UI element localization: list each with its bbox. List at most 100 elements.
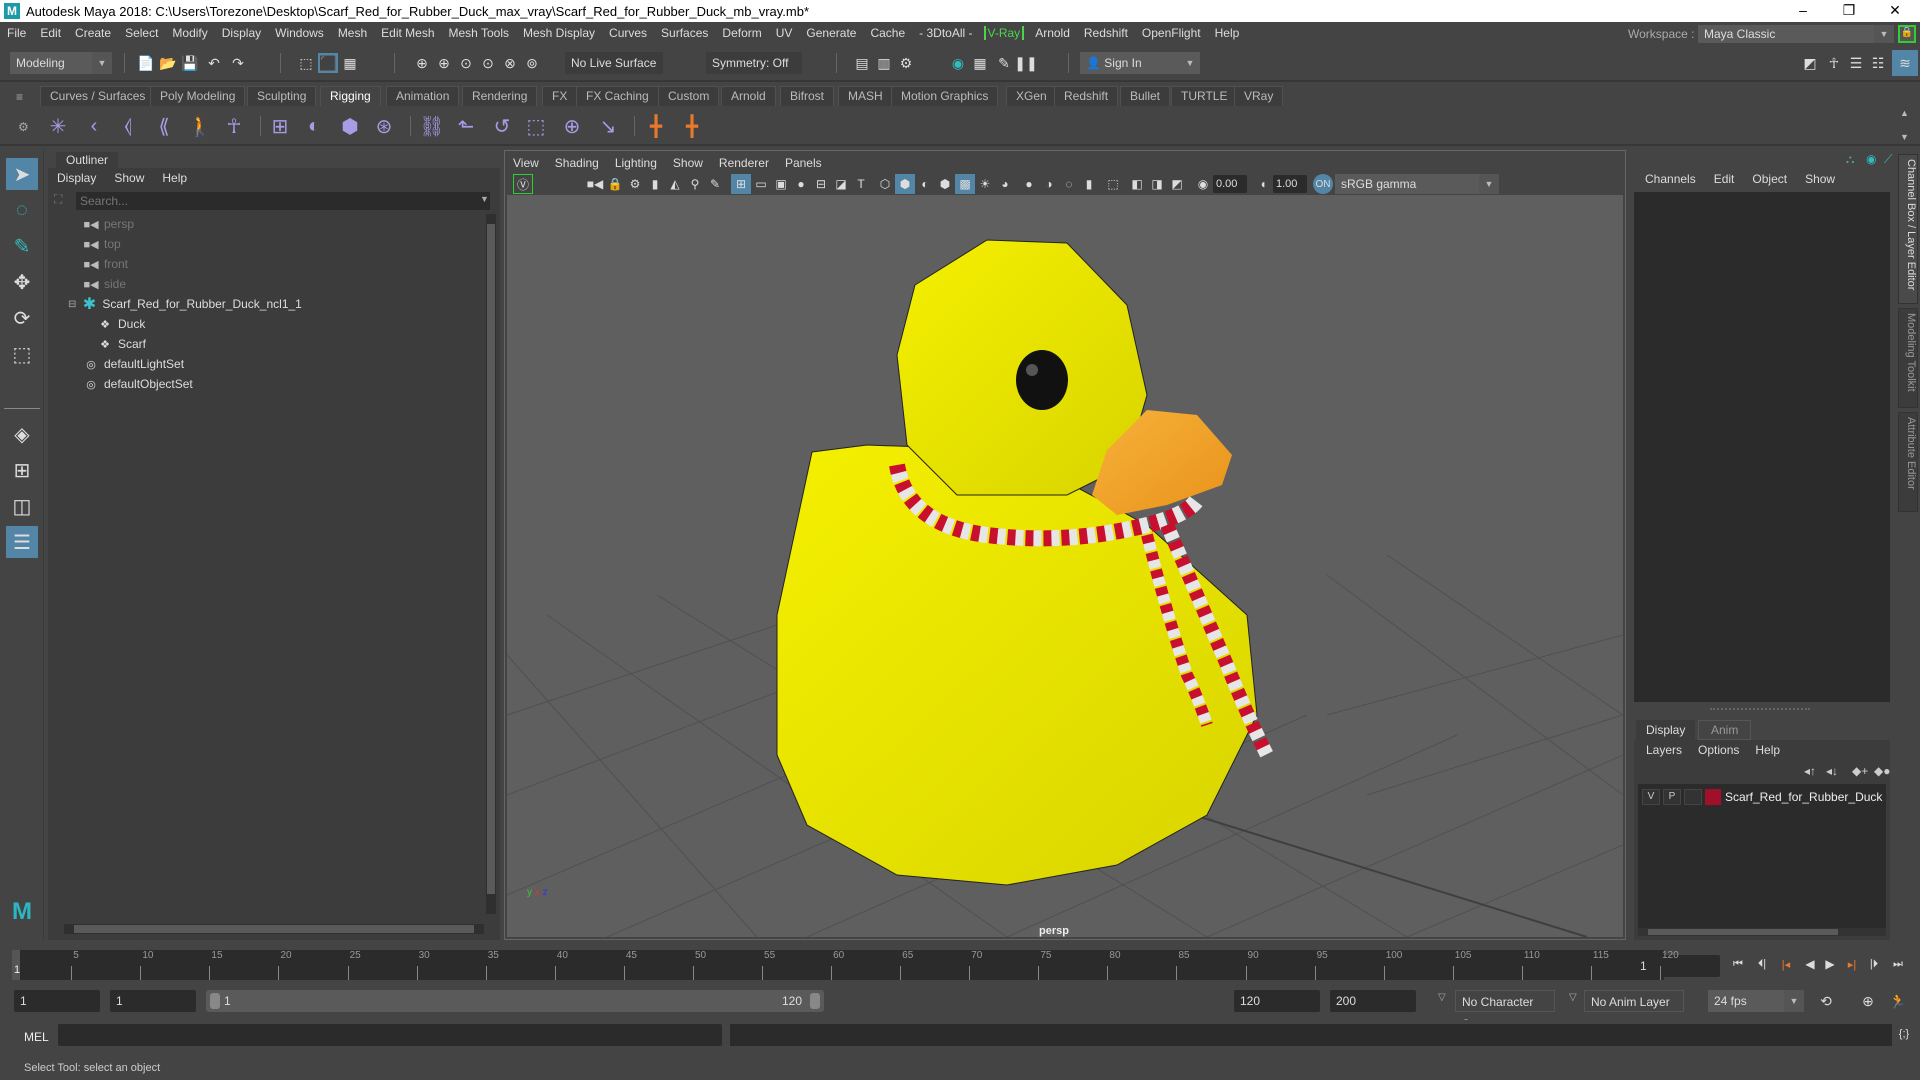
scale-constraint-icon[interactable]: ⬚ [522, 112, 550, 140]
outliner-item-scarf-group[interactable]: ⊟ ✱ Scarf_Red_for_Rubber_Duck_ncl1_1 [68, 294, 302, 314]
symmetry-field[interactable]: Symmetry: Off [706, 52, 802, 74]
viewport-menu-view[interactable]: View [505, 156, 547, 170]
snap-point-icon[interactable]: ⊙ [456, 53, 476, 73]
paint-select-tool-icon[interactable]: ✎ [6, 230, 38, 262]
menu-modify[interactable]: Modify [165, 26, 214, 40]
new-scene-icon[interactable]: 📄 [136, 53, 156, 73]
shelf-tab-xgen[interactable]: XGen [1006, 86, 1057, 106]
safe-title-icon[interactable]: T [851, 174, 871, 194]
menu-windows[interactable]: Windows [268, 26, 331, 40]
field-chart-icon[interactable]: ⊟ [811, 174, 831, 194]
gamma-icon[interactable]: ◖ [1253, 174, 1273, 194]
redo-icon[interactable]: ↷ [228, 53, 248, 73]
shelf-scroll-up-icon[interactable]: ▲ [1900, 108, 1909, 118]
bind-skin-icon[interactable]: ╋ [642, 112, 670, 140]
channel-box-nav-icon[interactable]: ⛬ [1846, 152, 1854, 167]
gamma-field[interactable]: 1.00 [1273, 175, 1307, 193]
select-component-icon[interactable]: ▦ [340, 53, 360, 73]
smooth-shade-icon[interactable]: ⬢ [895, 174, 915, 194]
exposure-icon[interactable]: ◉ [1193, 174, 1213, 194]
outliner-menu-show[interactable]: Show [105, 171, 153, 185]
sign-in-button[interactable]: 👤 Sign In ▼ [1080, 52, 1200, 74]
parent-constraint-icon[interactable]: ⛓ [418, 112, 446, 140]
snap-vertex-icon[interactable]: ⊚ [522, 53, 542, 73]
maximize-button[interactable]: ❐ [1826, 0, 1872, 22]
pole-vector-icon[interactable]: ↘ [594, 112, 622, 140]
menu-display[interactable]: Display [215, 26, 268, 40]
modeling-toolkit-icon[interactable]: ◩ [1800, 53, 1820, 73]
anim-layer-dropdown[interactable]: No Anim Layer [1584, 990, 1684, 1012]
gate-mask-icon[interactable]: ● [791, 174, 811, 194]
anti-aliasing-icon[interactable]: ◌ [1059, 174, 1079, 194]
menu-openflight[interactable]: OpenFlight [1135, 26, 1208, 40]
character-set-chevron-icon[interactable]: ▽ [1438, 992, 1446, 1003]
attribute-editor-icon[interactable]: ☰ [1846, 53, 1866, 73]
side-tab-channel-box[interactable]: Channel Box / Layer Editor [1898, 154, 1918, 304]
lock-camera-icon[interactable]: 🔒 [605, 174, 625, 194]
detach-skin-icon[interactable]: ╋ [678, 112, 706, 140]
shelf-tab-bullet[interactable]: Bullet [1120, 86, 1171, 106]
bookmark-icon[interactable]: ▮ [645, 174, 665, 194]
range-slider-bar[interactable]: 1 120 [206, 990, 824, 1012]
save-scene-icon[interactable]: 💾 [180, 53, 200, 73]
layer-options-menu[interactable]: Options [1690, 743, 1747, 757]
shelf-tab-rendering[interactable]: Rendering [462, 86, 538, 106]
collapse-icon[interactable]: ⊟ [68, 299, 76, 310]
menu-redshift[interactable]: Redshift [1077, 26, 1135, 40]
layer-playback-toggle[interactable]: P [1663, 789, 1681, 805]
menu-mesh-display[interactable]: Mesh Display [516, 26, 602, 40]
snap-grid-icon[interactable]: ⊕ [412, 53, 432, 73]
menu-mesh[interactable]: Mesh [331, 26, 374, 40]
shelf-tab-curves-surfaces[interactable]: Curves / Surfaces [40, 86, 156, 106]
playback-start-field[interactable]: 1 [110, 990, 196, 1012]
use-all-lights-icon[interactable]: ☀ [975, 174, 995, 194]
shelf-tab-sculpting[interactable]: Sculpting [247, 86, 317, 106]
shelf-tab-fx[interactable]: FX [542, 86, 578, 106]
animation-start-field[interactable]: 1 [14, 990, 100, 1012]
outliner-vertical-scrollbar[interactable] [486, 214, 496, 914]
channel-edit-menu[interactable]: Edit [1705, 172, 1744, 186]
side-tab-attribute-editor[interactable]: Attribute Editor [1898, 412, 1918, 512]
splitter-handle[interactable] [1710, 708, 1810, 710]
menu-edit-mesh[interactable]: Edit Mesh [374, 26, 441, 40]
color-management-toggle-icon[interactable]: ON [1313, 174, 1333, 194]
live-surface-field[interactable]: No Live Surface [565, 52, 663, 74]
wireframe-icon[interactable]: ⬡ [875, 174, 895, 194]
shelf-scroll-down-icon[interactable]: ▼ [1900, 132, 1909, 142]
render-frame-icon[interactable]: ▤ [852, 53, 872, 73]
layer-tab-anim[interactable]: Anim [1698, 720, 1752, 740]
mode-dropdown[interactable]: Modeling ▼ [10, 52, 112, 74]
menu-surfaces[interactable]: Surfaces [654, 26, 715, 40]
shelf-settings-icon[interactable]: ⚙ [18, 120, 29, 134]
default-material-icon[interactable]: ◐ [915, 174, 935, 194]
menu-mesh-tools[interactable]: Mesh Tools [442, 26, 516, 40]
four-view-icon[interactable]: ⊞ [6, 454, 38, 486]
channel-box-graph-icon[interactable]: ⟋ [1884, 152, 1892, 167]
tool-settings-icon[interactable]: ☷ [1868, 53, 1888, 73]
shelf-tab-animation[interactable]: Animation [386, 86, 460, 106]
lock-icon[interactable]: 🔒 [1898, 25, 1916, 43]
ipr-render-icon[interactable]: ▥ [874, 53, 894, 73]
mel-command-input[interactable] [58, 1024, 722, 1046]
cluster-icon[interactable]: ⊞ [266, 112, 294, 140]
outliner-item-duck[interactable]: ❖ Duck [96, 314, 145, 334]
menu-file[interactable]: File [0, 26, 33, 40]
viewport-menu-shading[interactable]: Shading [547, 156, 607, 170]
shelf-tab-rigging[interactable]: Rigging [320, 86, 381, 106]
layer-display-type-toggle[interactable] [1684, 789, 1702, 805]
channels-menu[interactable]: Channels [1636, 172, 1705, 186]
snap-view-icon[interactable]: ⊙ [478, 53, 498, 73]
select-camera-icon[interactable]: ■◀ [585, 174, 605, 194]
aim-constraint-icon[interactable]: ⊕ [558, 112, 586, 140]
xray-icon[interactable]: ◧ [1127, 174, 1147, 194]
loop-playback-icon[interactable]: ⟲ [1816, 991, 1836, 1011]
minimize-button[interactable]: – [1780, 0, 1826, 22]
grid-icon[interactable]: ⊞ [731, 174, 751, 194]
new-layer-icon[interactable]: ◆+ [1852, 764, 1868, 778]
select-object-icon[interactable]: ⬛ [318, 53, 338, 73]
layers-menu[interactable]: Layers [1638, 743, 1690, 757]
command-language-label[interactable]: MEL [24, 1030, 49, 1044]
channel-box-icon[interactable]: ≋ [1892, 50, 1918, 76]
single-perspective-view-icon[interactable]: ◈ [6, 418, 38, 450]
human-ik-icon[interactable]: ☥ [220, 112, 248, 140]
